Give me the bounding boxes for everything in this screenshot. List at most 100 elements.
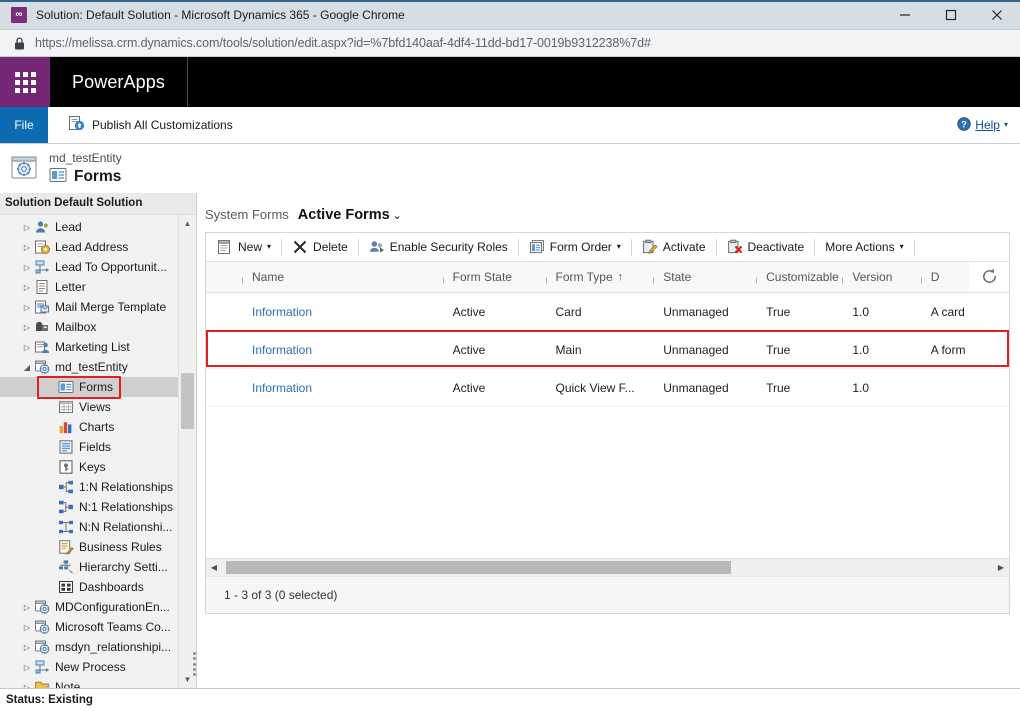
command-enable-security-roles[interactable]: Enable Security Roles (362, 233, 515, 261)
sidebar-item-hierarchy-setti[interactable]: Hierarchy Setti... (0, 557, 196, 577)
tree-collapsed-icon[interactable]: ▷ (20, 223, 34, 232)
app-launcher-icon[interactable] (0, 57, 50, 107)
sidebar-item-lead-to-opportunit[interactable]: ▷ Lead To Opportunit... (0, 257, 196, 277)
sidebar-item-msdyn-relationshipi[interactable]: ▷ msdyn_relationshipi... (0, 637, 196, 657)
browser-address-bar[interactable]: https://melissa.crm.dynamics.com/tools/s… (0, 30, 1020, 57)
sidebar-item-label: New Process (55, 660, 126, 674)
sidebar-item-microsoft-teams-co[interactable]: ▷ Microsoft Teams Co... (0, 617, 196, 637)
security-roles-icon (369, 239, 385, 255)
tree-collapsed-icon[interactable]: ▷ (20, 623, 34, 632)
sidebar-item-n-n-relationshi[interactable]: N:N Relationshi... (0, 517, 196, 537)
scroll-left-button[interactable]: ◀ (206, 560, 222, 576)
hscroll-thumb[interactable] (226, 561, 731, 574)
column-header-name[interactable]: Name (242, 270, 443, 284)
sidebar-item-label: 1:N Relationships (79, 480, 174, 494)
sidebar-item-mail-merge-template[interactable]: ▷ Mail Merge Template (0, 297, 196, 317)
column-header-customizable[interactable]: Customizable (756, 270, 842, 284)
form-name-link[interactable]: Information (252, 381, 312, 395)
column-header-form-state[interactable]: Form State (442, 270, 546, 284)
mail-merge-icon (34, 299, 50, 315)
command-delete[interactable]: Delete (285, 233, 355, 261)
cell-cust: True (756, 343, 842, 357)
minimize-button[interactable] (882, 0, 928, 29)
sidebar-item-charts[interactable]: Charts (0, 417, 196, 437)
sidebar-item-label: Fields (79, 440, 112, 454)
grid-body: Information Active Card Unmanaged True 1.0 A c… (206, 293, 1009, 558)
pane-resize-grip[interactable] (193, 652, 196, 676)
sidebar-item-md-testentity[interactable]: ◢ md_testEntity (0, 357, 196, 377)
column-header-version[interactable]: Version (842, 270, 920, 284)
command-new[interactable]: New ▾ (210, 233, 278, 261)
column-header-state[interactable]: State (653, 270, 756, 284)
nav-vertical-scrollbar[interactable]: ▲ ▼ (178, 215, 196, 688)
sidebar-item-business-rules[interactable]: Business Rules (0, 537, 196, 557)
tree-collapsed-icon[interactable]: ▷ (20, 283, 34, 292)
form-name-link[interactable]: Information (252, 305, 312, 319)
sidebar-item-lead-address[interactable]: ▷ Lead Address (0, 237, 196, 257)
column-header-form-type[interactable]: Form Type ↑ (545, 270, 654, 284)
sidebar-item-forms[interactable]: Forms (0, 377, 196, 397)
tree-collapsed-icon[interactable]: ▷ (20, 243, 34, 252)
one-to-many-icon (58, 479, 74, 495)
sidebar-item-label: Charts (79, 420, 115, 434)
sidebar-item-n-1-relationships[interactable]: N:1 Relationships (0, 497, 196, 517)
command-activate[interactable]: Activate (635, 233, 713, 261)
close-button[interactable] (974, 0, 1020, 29)
hierarchy-icon (58, 559, 74, 575)
tree-collapsed-icon[interactable]: ▷ (20, 683, 34, 689)
table-row[interactable]: Information Active Quick View F... Unmanage… (206, 369, 1009, 407)
sidebar-item-new-process[interactable]: ▷ New Process (0, 657, 196, 677)
tree-collapsed-icon[interactable]: ▷ (20, 303, 34, 312)
sidebar-item-views[interactable]: Views (0, 397, 196, 417)
publish-all-customizations-button[interactable]: Publish All Customizations (62, 112, 239, 138)
help-button[interactable]: ? Help ▾ (957, 116, 1008, 134)
cell-text: A form (930, 342, 966, 357)
maximize-button[interactable] (928, 0, 974, 29)
form-name-link[interactable]: Information (252, 343, 312, 357)
sidebar-item-label: Mailbox (55, 320, 97, 334)
tree-collapsed-icon[interactable]: ▷ (20, 663, 34, 672)
cell-cust: True (756, 305, 842, 319)
tree-collapsed-icon[interactable]: ▷ (20, 263, 34, 272)
tree-collapsed-icon[interactable]: ▷ (20, 343, 34, 352)
sidebar-item-marketing-list[interactable]: ▷ Marketing List (0, 337, 196, 357)
cell-text: Active (452, 380, 486, 395)
charts-icon (58, 419, 74, 435)
powerapps-brand[interactable]: PowerApps (50, 57, 188, 107)
sidebar-item-note[interactable]: ▷ Note (0, 677, 196, 688)
tree-expanded-icon[interactable]: ◢ (20, 363, 34, 372)
tree-collapsed-icon[interactable]: ▷ (20, 323, 34, 332)
content-pane: System Forms Active Forms ⌄ New ▾ Delete Ena… (197, 193, 1020, 688)
table-row[interactable]: Information Active Main Unmanaged True 1.0 A f… (206, 331, 1009, 369)
sidebar-item-fields[interactable]: Fields (0, 437, 196, 457)
command-more-actions[interactable]: More Actions ▾ (818, 233, 910, 261)
active-view-selector[interactable]: Active Forms ⌄ (298, 207, 402, 223)
nav-scroll-up-button[interactable]: ▲ (179, 215, 196, 232)
cell-st: Unmanaged (653, 343, 756, 357)
sidebar-item-1-n-relationships[interactable]: 1:N Relationships (0, 477, 196, 497)
cell-text: Unmanaged (663, 342, 729, 357)
tree-collapsed-icon[interactable]: ▷ (20, 603, 34, 612)
sidebar-item-lead[interactable]: ▷ Lead (0, 217, 196, 237)
table-row[interactable]: Information Active Card Unmanaged True 1.0 A c… (206, 293, 1009, 331)
file-tab[interactable]: File (0, 107, 48, 143)
command-label: Activate (662, 240, 706, 254)
sidebar-item-keys[interactable]: Keys (0, 457, 196, 477)
help-caret-icon: ▾ (1003, 120, 1008, 129)
command-deactivate[interactable]: Deactivate (720, 233, 812, 261)
svg-text:?: ? (962, 119, 968, 129)
sidebar-item-dashboards[interactable]: Dashboards (0, 577, 196, 597)
grid-horizontal-scrollbar[interactable]: ◀ ▶ (206, 558, 1009, 576)
nav-scroll-thumb[interactable] (181, 373, 194, 429)
sidebar-item-mailbox[interactable]: ▷ Mailbox (0, 317, 196, 337)
scroll-right-button[interactable]: ▶ (993, 560, 1009, 576)
sidebar-item-letter[interactable]: ▷ Letter (0, 277, 196, 297)
grid-refresh-button[interactable] (969, 262, 1009, 291)
tree-collapsed-icon[interactable]: ▷ (20, 643, 34, 652)
cell-name: Information (242, 305, 443, 319)
sidebar-item-mdconfigurationen[interactable]: ▷ MDConfigurationEn... (0, 597, 196, 617)
hscroll-track[interactable] (222, 560, 993, 575)
command-form-order[interactable]: Form Order ▾ (522, 233, 628, 261)
many-to-many-icon (58, 519, 74, 535)
entity-icon (34, 639, 50, 655)
